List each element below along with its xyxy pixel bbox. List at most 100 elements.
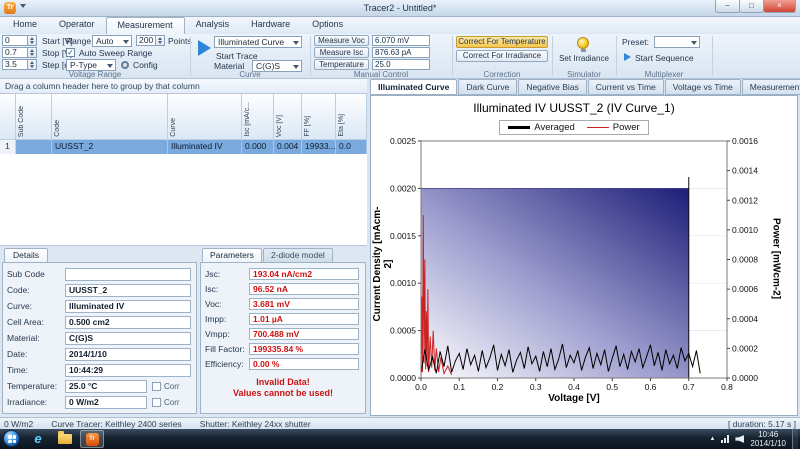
chart-title: Illuminated IV UUSST_2 (IV Curve_1): [421, 101, 727, 115]
chart-tab[interactable]: Voltage vs Time: [665, 79, 741, 95]
x-tick-label: 0.8: [721, 382, 733, 392]
field-value: Illuminated IV: [65, 300, 191, 313]
start-voltage-value[interactable]: 0: [2, 35, 28, 46]
chart-tab[interactable]: Negative Bias: [518, 79, 586, 95]
manual-control-group: Measure Voc 6.070 mV Measure Isc 876.63 …: [314, 35, 430, 71]
invalid-data-warning: Invalid Data! Values cannot be used!: [201, 377, 365, 399]
y-tick-label-left: 0.0020: [390, 183, 416, 193]
measure-value[interactable]: 876.63 pA: [372, 47, 430, 58]
lamp-base-icon: [581, 49, 586, 52]
y-tick-label-right: 0.0012: [732, 195, 758, 205]
start-button[interactable]: [3, 430, 20, 447]
measure-value[interactable]: 6.070 mV: [372, 35, 430, 46]
column-header-label: Isc [mA/c...: [244, 102, 251, 137]
start-sequence-button[interactable]: Start Sequence: [635, 53, 694, 64]
chart-tab[interactable]: Measurement: [742, 79, 800, 95]
step-voltage-spinner[interactable]: 3.5: [2, 59, 37, 70]
config-button[interactable]: Config: [133, 60, 158, 71]
minimize-button[interactable]: −: [715, 0, 740, 13]
correct-temperature-button[interactable]: Correct For Temperature: [456, 36, 548, 48]
start-sequence-play-icon[interactable]: [624, 53, 631, 61]
ribbon-tab[interactable]: Home: [2, 17, 48, 34]
group-label-correction: Correction: [452, 70, 552, 79]
measure-button[interactable]: Measure Isc: [314, 47, 369, 58]
y-tick-label-left: 0.0025: [390, 136, 416, 146]
clock[interactable]: 10:46 2014/1/10: [750, 430, 786, 448]
ribbon-tab[interactable]: Analysis: [185, 17, 241, 34]
maximize-button[interactable]: □: [739, 0, 764, 13]
corr-checkbox[interactable]: Corr: [152, 398, 180, 407]
tab-details[interactable]: Details: [4, 248, 48, 262]
start-trace-play-icon[interactable]: [198, 40, 211, 56]
cell-code[interactable]: UUSST_2: [52, 140, 168, 154]
group-label-manual-control: Manual Control: [310, 70, 452, 79]
spinner-arrows-icon[interactable]: [156, 35, 165, 46]
cell-type-dropdown[interactable]: P-Type: [66, 59, 116, 71]
network-icon[interactable]: [721, 435, 729, 443]
panel-tab[interactable]: Parameters: [202, 248, 262, 262]
grid-column-header[interactable]: Sub Code: [16, 94, 52, 140]
parameters-tab-bar: Parameters 2-diode model: [202, 248, 334, 262]
panel-tab[interactable]: 2-diode model: [263, 248, 333, 262]
tray-expand-icon[interactable]: ▲: [709, 436, 715, 442]
stop-voltage-value[interactable]: 0.7: [2, 47, 28, 58]
grid-column-header[interactable]: Voc [V]: [274, 94, 302, 140]
correct-irradiance-button[interactable]: Correct For Irradiance: [456, 50, 548, 62]
group-by-hint[interactable]: Drag a column header here to group by th…: [0, 79, 367, 94]
cell-sub-code[interactable]: [16, 140, 52, 154]
cell-isc[interactable]: 0.000: [242, 140, 274, 154]
range-value: Auto: [96, 36, 114, 46]
auto-sweep-checkbox[interactable]: ✓: [66, 48, 75, 57]
step-voltage-value[interactable]: 3.5: [2, 59, 28, 70]
checkbox-icon[interactable]: [152, 398, 161, 407]
measure-button[interactable]: Temperature: [314, 59, 369, 70]
measure-value[interactable]: 25.0: [372, 59, 430, 70]
curve-type-dropdown[interactable]: Illuminated Curve: [214, 36, 302, 48]
grid-column-header[interactable]: Code: [52, 94, 168, 140]
lamp-icon[interactable]: [577, 37, 589, 49]
volume-icon[interactable]: [735, 435, 744, 443]
cell-eta[interactable]: 0.0: [336, 140, 367, 154]
show-desktop-button[interactable]: [792, 429, 798, 449]
grid-column-header[interactable]: Curve: [168, 94, 242, 140]
iv-plot: 0.00.10.20.30.40.50.60.70.80.00000.00050…: [371, 96, 797, 415]
chart-tab[interactable]: Current vs Time: [588, 79, 664, 95]
cell-ff[interactable]: 19933...: [302, 140, 336, 154]
status-bar: 0 W/m2 Curve Tracer: Keithley 2400 serie…: [0, 417, 800, 429]
ribbon-tab[interactable]: Operator: [48, 17, 106, 34]
grid-column-header[interactable]: FF [%]: [302, 94, 336, 140]
taskbar-item-explorer[interactable]: [53, 430, 77, 448]
ribbon-tab[interactable]: Options: [301, 17, 354, 34]
taskbar-item-tracer[interactable]: Tr: [80, 430, 104, 448]
spinner-arrows-icon[interactable]: [28, 35, 37, 46]
parameter-label: Vmpp:: [205, 329, 249, 339]
close-button[interactable]: ×: [763, 0, 796, 13]
chart-tab[interactable]: Dark Curve: [458, 79, 517, 95]
spinner-arrows-icon[interactable]: [28, 59, 37, 70]
grid-column-header[interactable]: Isc [mA/c...: [242, 94, 274, 140]
range-dropdown[interactable]: Auto: [92, 35, 132, 47]
ribbon-tab[interactable]: Measurement: [106, 17, 185, 34]
checkbox-icon[interactable]: [152, 382, 161, 391]
field-label: Date:: [7, 349, 65, 359]
stop-voltage-spinner[interactable]: 0.7: [2, 47, 37, 58]
chart-panel: 0.00.10.20.30.40.50.60.70.80.00000.00050…: [370, 95, 798, 416]
measure-button[interactable]: Measure Voc: [314, 35, 369, 46]
points-spinner[interactable]: 200: [136, 35, 165, 46]
cell-voc[interactable]: 0.004: [274, 140, 302, 154]
set-irradiance-button[interactable]: Set Irradiance: [552, 54, 616, 63]
spinner-arrows-icon[interactable]: [28, 47, 37, 58]
grid-row[interactable]: 1 UUSST_2 Illuminated IV 0.000 0.004 199…: [0, 140, 367, 154]
legend-label: Averaged: [534, 122, 575, 133]
chevron-down-icon: [293, 65, 299, 69]
corr-checkbox[interactable]: Corr: [152, 382, 180, 391]
legend-wrap: Averaged Power: [421, 120, 727, 135]
taskbar-item-browser[interactable]: e: [26, 430, 50, 448]
chart-tab[interactable]: Illuminated Curve: [370, 79, 457, 95]
ribbon-tab[interactable]: Hardware: [240, 17, 301, 34]
cell-curve[interactable]: Illuminated IV: [168, 140, 242, 154]
grid-column-header[interactable]: Eta [%]: [336, 94, 367, 140]
preset-dropdown[interactable]: [654, 36, 700, 48]
start-voltage-spinner[interactable]: 0: [2, 35, 37, 46]
points-value[interactable]: 200: [136, 35, 156, 46]
